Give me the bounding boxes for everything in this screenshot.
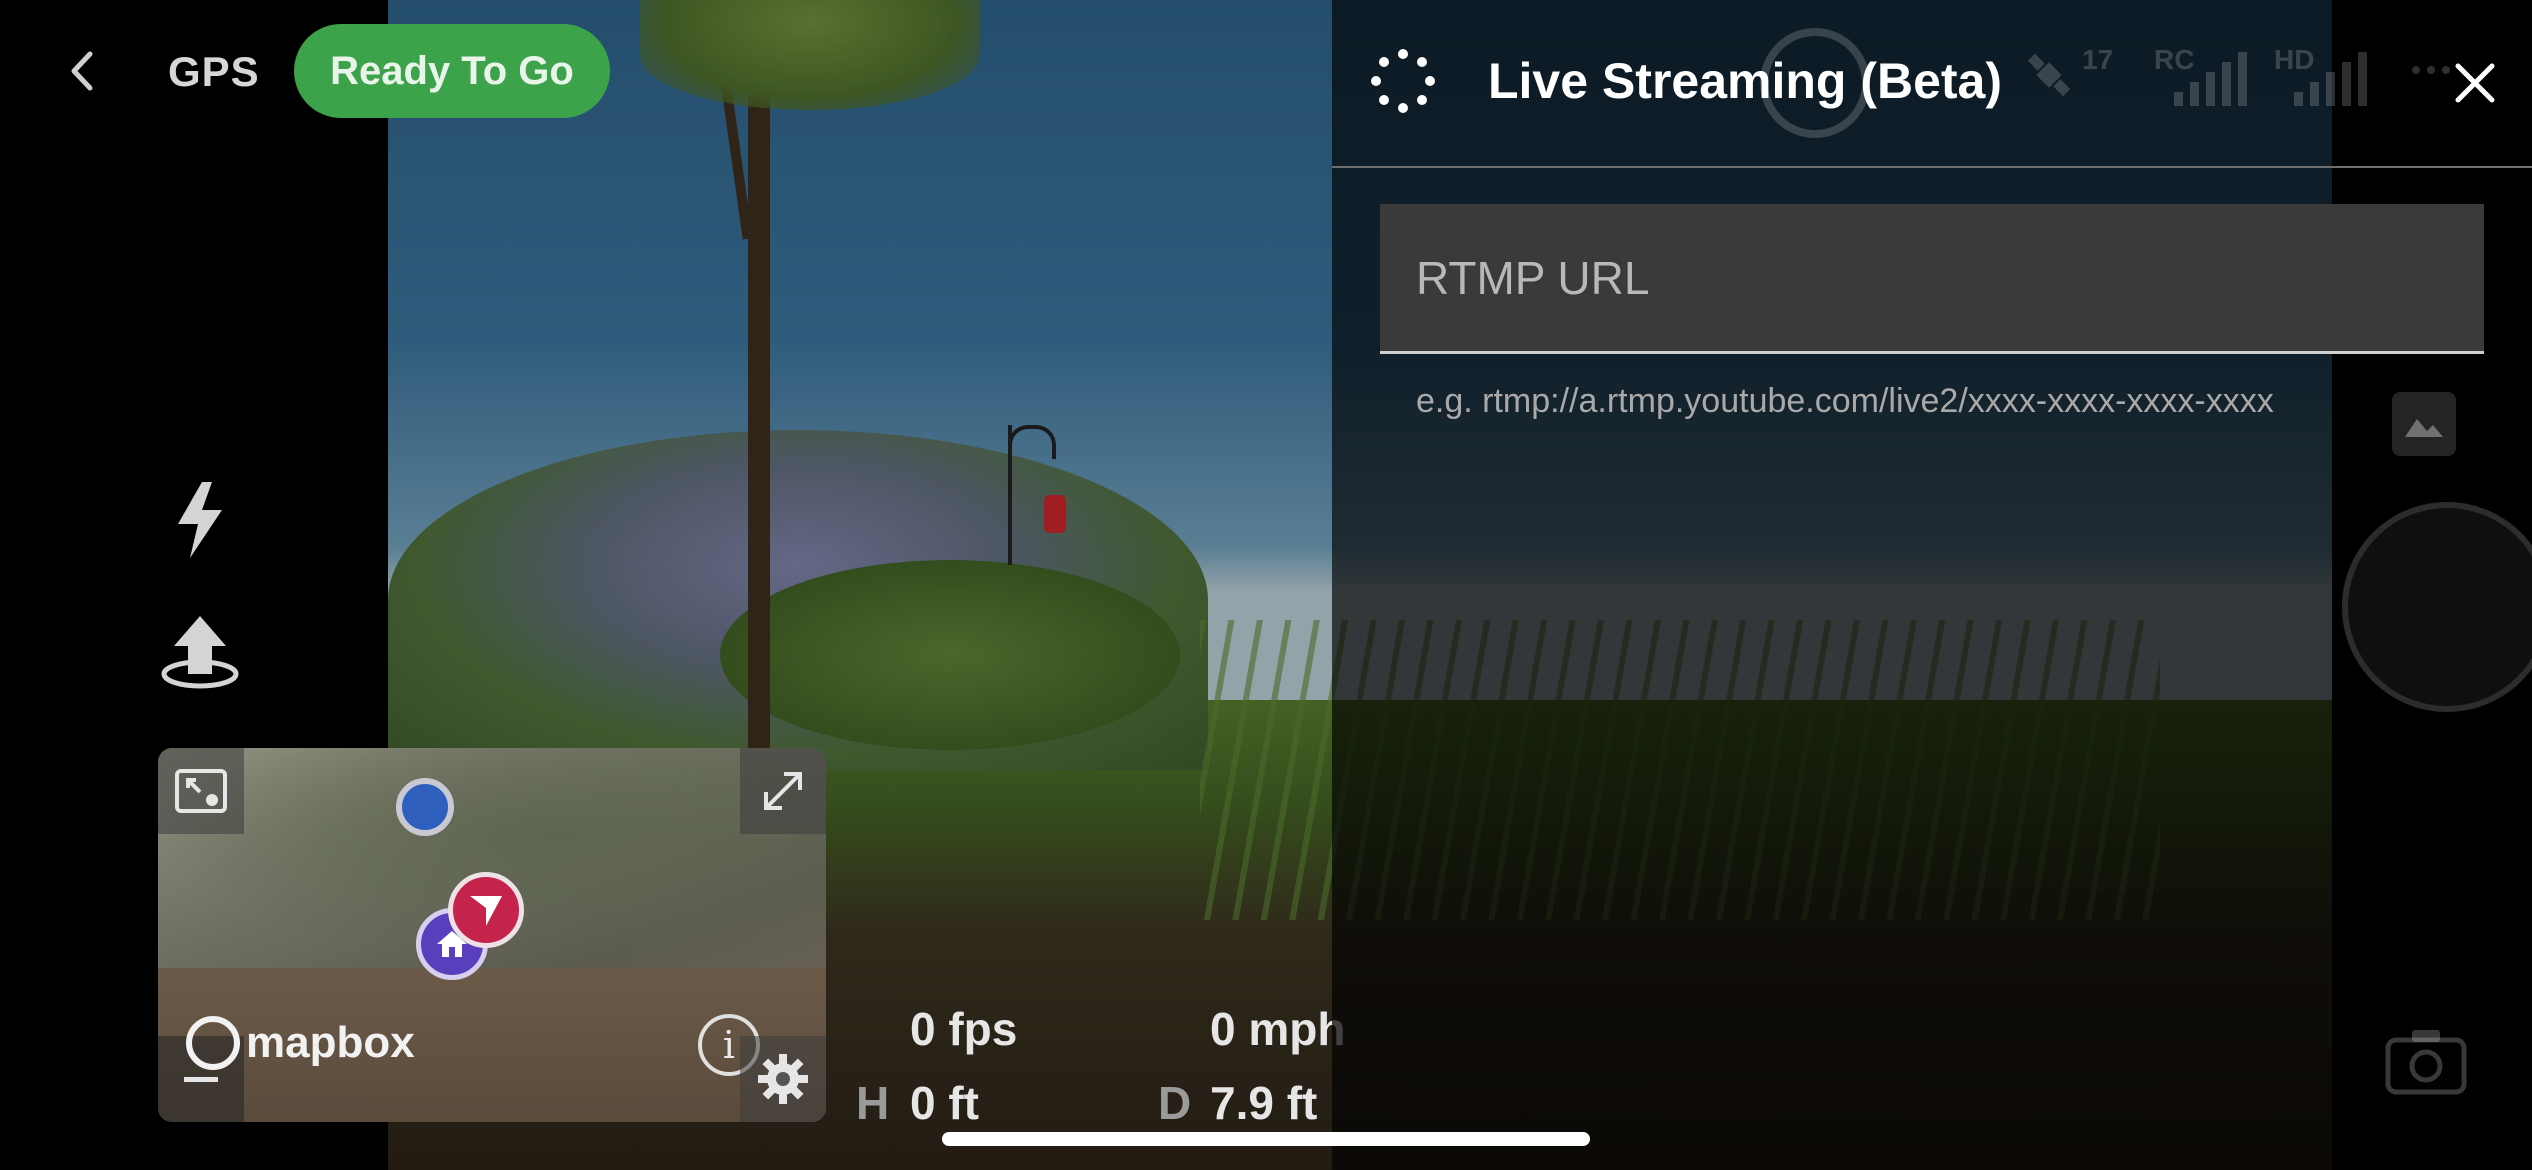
- mapbox-wordmark: mapbox: [246, 1018, 415, 1067]
- live-stream-panel: 17 RC HD Live Streaming (Beta) RTMP URL …: [1332, 0, 2532, 1170]
- more-icon: [2412, 66, 2450, 74]
- satellite-indicator: [2022, 48, 2076, 107]
- close-icon: [2455, 63, 2495, 103]
- camera-icon: [2385, 1030, 2467, 1095]
- height-readout: 0 ft: [910, 1077, 979, 1129]
- user-location-pin[interactable]: [396, 778, 454, 836]
- rc-signal-bars: [2174, 50, 2247, 106]
- aircraft-arrow-icon: [470, 896, 502, 926]
- distance-key: D: [1158, 1077, 1192, 1129]
- back-button[interactable]: [60, 48, 106, 94]
- status-badge[interactable]: Ready To Go: [294, 24, 610, 118]
- expand-icon: [764, 772, 802, 810]
- minus-icon: [184, 1076, 218, 1082]
- flash-button[interactable]: [160, 480, 240, 560]
- loading-spinner-icon: [1370, 48, 1436, 114]
- satellite-count: 17: [2082, 44, 2114, 75]
- aircraft-pin[interactable]: [448, 872, 524, 948]
- expand-map-button[interactable]: [740, 748, 826, 834]
- gallery-button[interactable]: [2392, 392, 2456, 456]
- camera-mode-button[interactable]: [2384, 1026, 2468, 1101]
- minimap[interactable]: mapbox i: [158, 748, 826, 1122]
- image-icon: [2405, 419, 2443, 437]
- rtmp-url-input[interactable]: [1380, 204, 2484, 351]
- takeoff-button[interactable]: [160, 612, 240, 692]
- gear-icon: [758, 1054, 808, 1104]
- rtmp-url-field[interactable]: [1380, 204, 2484, 354]
- hd-signal-bars: [2294, 50, 2367, 106]
- mapbox-attribution: mapbox: [186, 1016, 415, 1070]
- satellite-icon: [2027, 53, 2071, 97]
- shutter-button[interactable]: [2342, 502, 2532, 712]
- header-divider: [1332, 166, 2532, 168]
- minimize-map-icon: [175, 769, 227, 813]
- map-settings-button[interactable]: [740, 1036, 826, 1122]
- lightning-icon: [178, 482, 222, 558]
- mapbox-logo-icon: [186, 1016, 240, 1070]
- distance-readout: 7.9 ft: [1210, 1077, 1318, 1129]
- panel-title: Live Streaming (Beta): [1488, 53, 2003, 109]
- height-key: H: [856, 1077, 890, 1129]
- fps-readout: 0 fps: [910, 1003, 1018, 1055]
- gps-label: GPS: [168, 48, 260, 95]
- minimize-map-button[interactable]: [158, 748, 244, 834]
- home-indicator[interactable]: [942, 1132, 1590, 1146]
- speed-readout: 0 mph: [1210, 1003, 1346, 1055]
- takeoff-icon: [161, 616, 239, 689]
- chevron-left-icon: [71, 51, 93, 91]
- close-button[interactable]: [2450, 58, 2500, 108]
- rtmp-url-hint: e.g. rtmp://a.rtmp.youtube.com/live2/xxx…: [1416, 382, 2274, 420]
